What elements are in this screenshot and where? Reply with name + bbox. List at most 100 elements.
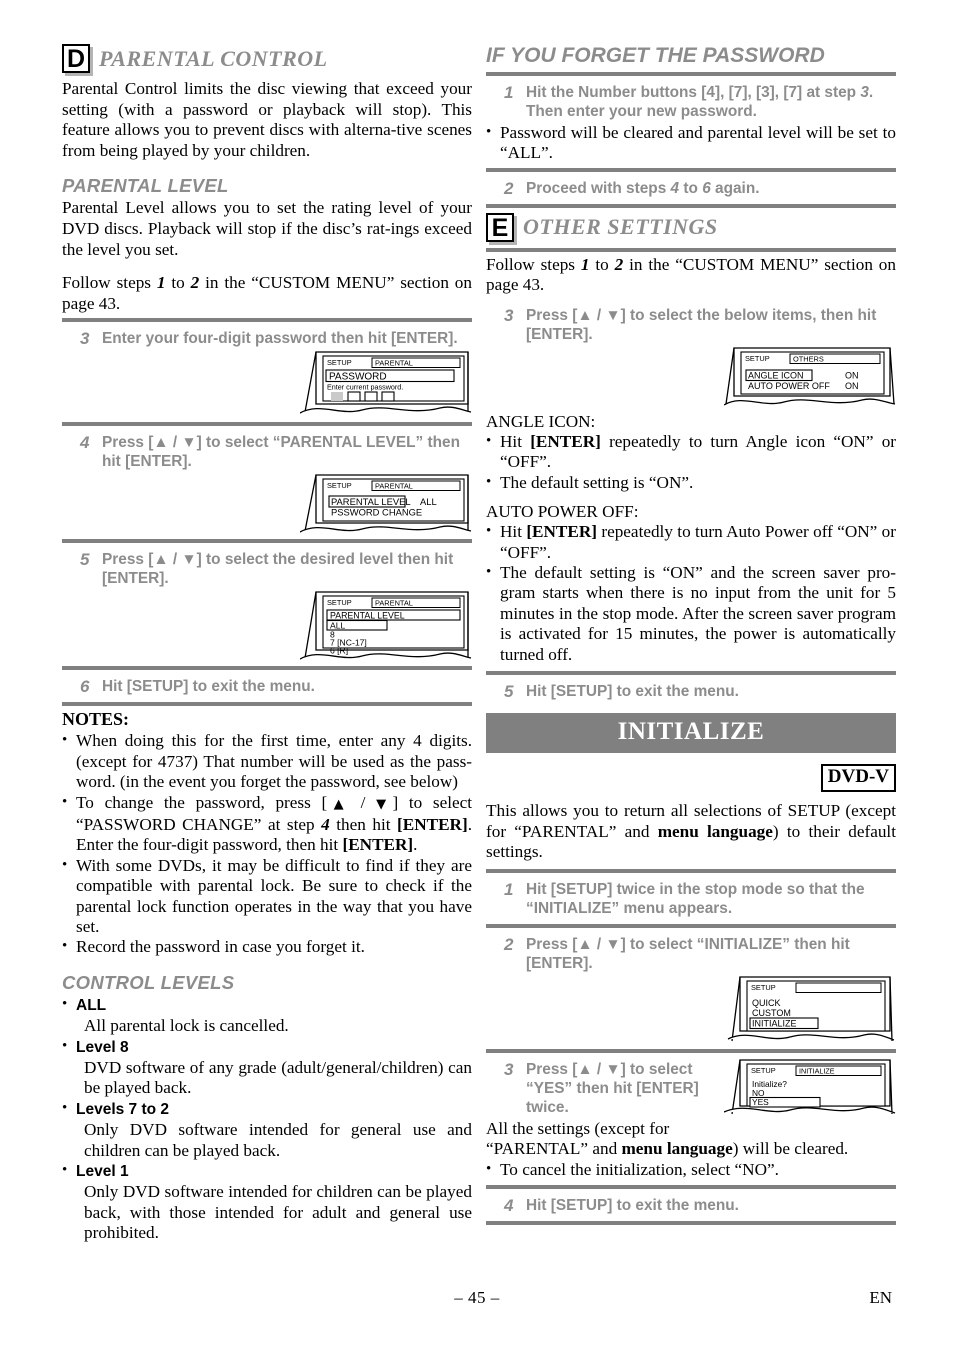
step-divider (486, 203, 896, 208)
other-settings-step-5: 5 Hit [SETUP] to exit the menu. (486, 678, 896, 703)
screen-levels-tab-label: PARENTAL (375, 599, 413, 608)
step-4-text: Hit [SETUP] to exit the menu. (526, 1197, 739, 1215)
section-badge-e: E (486, 212, 514, 242)
setup-menu-screen-wrap: SETUP QUICK CUSTOM INITIALIZE (486, 975, 896, 1045)
control-level-name: Level 8 (76, 1038, 129, 1056)
screen-password-title: PASSWORD (329, 372, 387, 383)
step-3-number: 3 (504, 1059, 514, 1079)
step-divider (486, 671, 896, 676)
screen-setup-setup-label: SETUP (751, 983, 776, 992)
control-level-desc: All parental lock is cancelled. (84, 1016, 289, 1036)
screen-others-tab-label: OTHERS (793, 355, 824, 364)
password-digit-box-1 (331, 392, 343, 402)
control-level-item: Level 8 DVD software of any grade (adult… (62, 1036, 472, 1099)
screen-others-row1-value: ON (845, 371, 859, 381)
step-divider (486, 72, 896, 76)
screen-others-row1: ANGLE ICON (748, 371, 804, 381)
control-level-desc: DVD software of any grade (adult/general… (84, 1058, 472, 1098)
note-item: When doing this for the first time, ente… (62, 730, 472, 792)
initialize-step-2: 2 Press [▲ / ▼] to select “INITIALIZE” t… (486, 931, 896, 975)
other-settings-step-3: 3 Press [▲ / ▼] to select the below item… (486, 296, 896, 346)
initialize-step-4: 4 Hit [SETUP] to exit the menu. (486, 1192, 896, 1217)
initialize-step-1: 1 Hit [SETUP] twice in the stop mode so … (486, 876, 896, 920)
screen-parental-setup-label: SETUP (327, 481, 352, 490)
screen-password-tab-label: PARENTAL (375, 359, 413, 368)
screen-others-row2: AUTO POWER OFF (748, 381, 830, 391)
screen-initialize-confirm: SETUP INITIALIZE Initialize? NO YES (724, 1058, 896, 1120)
parental-level-heading: PARENTAL LEVEL (62, 175, 229, 197)
page-number: – 45 – (454, 1288, 500, 1307)
step-divider (62, 702, 472, 707)
forget-step-2-text: Proceed with steps 4 to 6 again. (526, 179, 760, 197)
notes-title: NOTES: (62, 709, 130, 730)
step-5-number: 5 (504, 682, 514, 702)
initialize-after-step-3: All the settings (except for “PARENTAL” … (486, 1119, 896, 1160)
step-divider (486, 167, 896, 172)
step-6: 6 Hit [SETUP] to exit the menu. (62, 673, 472, 698)
note-item: To change the password, press [▲ / ▼] to… (62, 792, 472, 856)
auto-power-bullet: Hit [ENTER] repeatedly to turn Auto Powe… (486, 521, 896, 563)
left-column: D PARENTAL CONTROL Parental Control limi… (62, 44, 472, 1244)
step-5-text: Hit [SETUP] to exit the menu. (526, 683, 739, 701)
note-item: Record the password in case you forget i… (62, 936, 472, 957)
password-screen-wrap: SETUP PARENTAL PASSWORD Enter current pa… (62, 350, 472, 418)
parental-level-follow: Follow steps 1 to 2 in the “CUSTOM MENU”… (62, 273, 472, 314)
step-divider (486, 1048, 896, 1053)
password-digit-box-4 (381, 391, 395, 402)
step-divider (486, 1221, 896, 1226)
step-divider (62, 666, 472, 671)
step-divider (62, 539, 472, 544)
step-divider (486, 1185, 896, 1190)
screen-confirm-option-yes: YES (752, 1097, 769, 1107)
control-level-name: Level 1 (76, 1163, 129, 1181)
follow-pre: Follow steps (486, 254, 581, 274)
control-level-desc: Only DVD software intended for children … (84, 1182, 472, 1243)
disc-badge-row: DVD-V (486, 764, 896, 793)
screen-setup-item-1: CUSTOM (752, 1008, 791, 1018)
screen-levels-item-3: 6 [R] (330, 646, 348, 656)
initialize-cancel-bullet: To cancel the initialization, select “NO… (486, 1159, 896, 1180)
screen-parental-row2: PSSWORD CHANGE (331, 507, 422, 518)
step-5-number: 5 (80, 550, 90, 570)
level-list-screen-wrap: SETUP PARENTAL PARENTAL LEVEL ALL 8 7 [N… (62, 590, 472, 662)
screen-others-setup-label: SETUP (745, 354, 770, 363)
step-4-text: Press [▲ / ▼] to select “PARENTAL LEVEL”… (102, 434, 461, 471)
screen-parental-tab-label: PARENTAL (375, 482, 413, 491)
initialize-banner: INITIALIZE (486, 713, 896, 754)
step-6-text: Hit [SETUP] to exit the menu. (102, 678, 315, 696)
right-column: IF YOU FORGET THE PASSWORD 1 Hit the Num… (486, 44, 896, 1228)
step-divider (62, 422, 472, 427)
screen-password-setup-label: SETUP (327, 358, 352, 367)
screen-others-row2-value: ON (845, 381, 859, 391)
screen-levels-setup-label: SETUP (327, 598, 352, 607)
forget-step-2-number: 2 (504, 178, 514, 198)
step-3-number: 3 (504, 306, 514, 325)
after3-b: ) will be cleared. (732, 1139, 849, 1159)
step-divider (62, 318, 472, 323)
angle-icon-bullet: Hit [ENTER] repeatedly to turn Angle ico… (486, 431, 896, 473)
password-digit-box-3 (364, 391, 378, 402)
initialize-intro: This allows you to return all selections… (486, 801, 896, 863)
step-3-text: Press [▲ / ▼] to select “YES” then hit [… (526, 1060, 699, 1116)
follow-step-2: 2 (614, 254, 624, 274)
forget-bullets: Password will be cleared and parental le… (486, 122, 896, 164)
region-code: EN (869, 1288, 892, 1307)
screen-others: SETUP OTHERS ANGLE ICON ON AUTO POWER OF… (724, 346, 896, 408)
control-level-name: ALL (76, 996, 107, 1014)
parental-menu-screen-wrap: SETUP PARENTAL PARENTAL LEVEL ALL PSSWOR… (62, 473, 472, 535)
confirm-screen-wrap: SETUP INITIALIZE Initialize? NO YES (724, 1058, 896, 1120)
follow-mid: to (165, 273, 191, 293)
auto-power-bullet: The default setting is “ON” and the scre… (486, 562, 896, 665)
initialize-intro-bold: menu language (657, 821, 773, 841)
section-e-title: OTHER SETTINGS (523, 214, 718, 240)
screen-parental-row1: PARENTAL LEVEL (331, 496, 411, 507)
section-badge-d: D (62, 44, 90, 73)
manual-page: D PARENTAL CONTROL Parental Control limi… (0, 0, 954, 1348)
step-divider (486, 868, 896, 873)
section-d-heading: D PARENTAL CONTROL (62, 44, 472, 73)
control-level-name: Levels 7 to 2 (76, 1100, 170, 1118)
section-d-title: PARENTAL CONTROL (99, 45, 328, 71)
screen-parental-menu: SETUP PARENTAL PARENTAL LEVEL ALL PSSWOR… (300, 473, 472, 535)
screen-parental-row1-value: ALL (420, 496, 437, 507)
follow-mid: to (589, 254, 615, 274)
